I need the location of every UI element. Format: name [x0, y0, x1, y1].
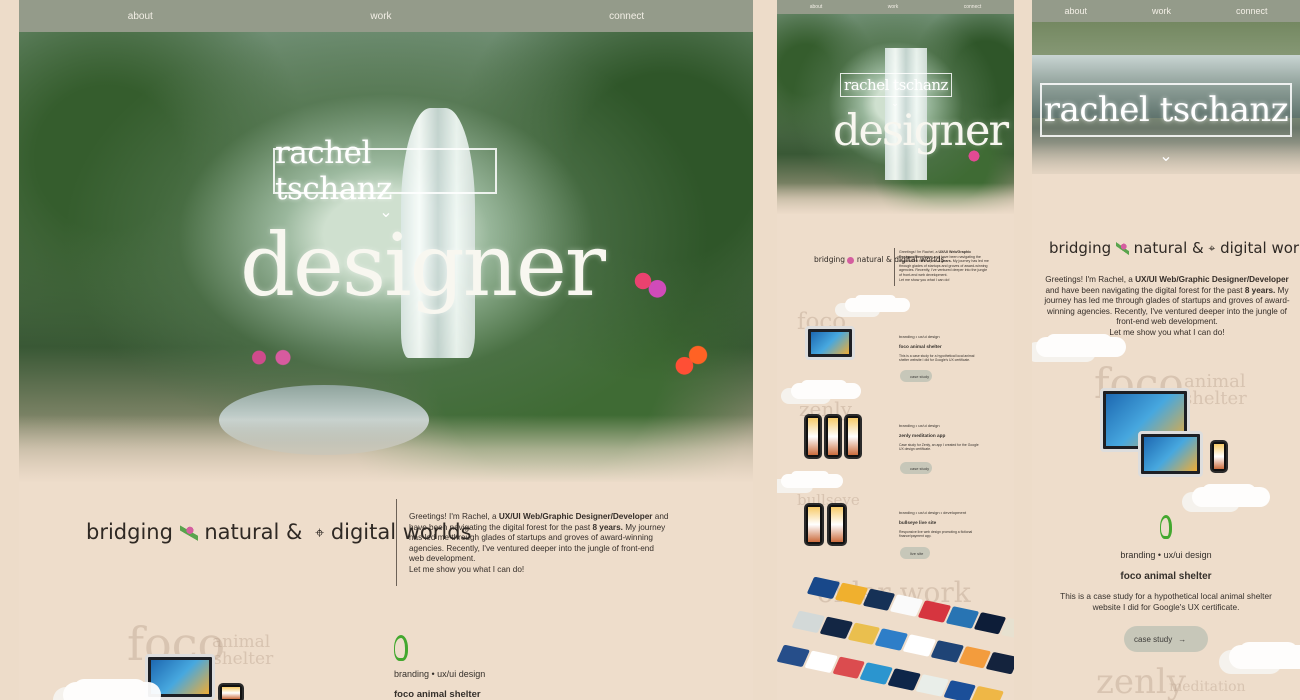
hero-name-box-3: rachel tschanz: [1040, 83, 1292, 137]
zenly-description-2: Case study for Zenly, an app I created f…: [899, 443, 979, 452]
hero-name-box: rachel tschanz: [273, 135, 497, 207]
flower-cluster: [607, 255, 679, 307]
intro-divider: [396, 499, 397, 586]
meditation-ghost-title-3: meditation: [1169, 679, 1246, 695]
foco-category-3: branding • ux/ui design: [1120, 550, 1212, 560]
intro-text-part-2-3: and have been navigating the digital for…: [1045, 285, 1245, 295]
hero-designer-word: designer: [240, 216, 606, 316]
tagline-prefix: bridging: [86, 520, 173, 544]
nav-connect[interactable]: connect: [609, 11, 644, 22]
foco-phone-mockup-3: [1210, 440, 1228, 473]
case-study-button-2[interactable]: case study: [900, 370, 932, 382]
foco-laptop-mockup: [145, 654, 215, 700]
bullseye-description-2: Responsive live web design promoting a f…: [899, 530, 973, 539]
foco-phone-mockup: [218, 683, 244, 700]
foco-description-3: This is a case study for a hypothetical …: [1060, 591, 1272, 612]
pink-flowers: [199, 330, 319, 385]
foco-description-2: This is a case study for a hypothetical …: [899, 354, 975, 363]
tagline-mid-2: natural &: [856, 255, 892, 264]
zenly-phone-mockup-a: [804, 414, 822, 459]
top-navigation: about work connect: [19, 0, 753, 32]
pixel-cloud-7: [1229, 645, 1292, 669]
pixel-cloud-4: [781, 474, 823, 488]
nav-about-2[interactable]: about: [810, 4, 823, 10]
tagline-prefix-2: bridging: [814, 255, 846, 264]
nav-work-3[interactable]: work: [1152, 6, 1171, 16]
nav-work[interactable]: work: [370, 11, 391, 22]
tagline-mid: natural &: [204, 520, 303, 544]
intro-bold-role-3: UX/UI Web/Graphic Designer/Developer: [1135, 275, 1289, 284]
top-navigation-mobile-large: about work connect: [1032, 0, 1300, 22]
intro-bold-years-2: 8 years.: [938, 259, 952, 264]
case-study-label-3: case study: [1134, 634, 1173, 644]
bullseye-phone-mockup-b: [827, 503, 847, 546]
bullseye-title-2: bullseye live site: [899, 520, 937, 525]
orange-flower-cluster: [664, 328, 732, 382]
nav-connect-2[interactable]: connect: [964, 4, 982, 10]
nav-work-2[interactable]: work: [888, 4, 899, 10]
intro-paragraph-3: Greetings! I'm Rachel, a UX/UI Web/Graph…: [1040, 275, 1294, 338]
nav-connect-3[interactable]: connect: [1236, 6, 1268, 16]
hero-mist: [19, 415, 753, 510]
hero-designer-word-2: designer: [833, 106, 1009, 156]
intro-text-part-1-2: Greetings! I'm Rachel, a: [899, 250, 939, 254]
leaf-flower-icon-3: [1115, 242, 1129, 255]
foco-title-3: foco animal shelter: [1120, 571, 1212, 582]
foco-laptop-mockup-3: [1138, 431, 1203, 477]
pixel-cloud-2: [845, 298, 890, 312]
tablet-screenshot: about work connect rachel tschanz ⌄ desi…: [777, 0, 1014, 700]
foco-laptop-mockup-2: [805, 326, 855, 360]
arrow-right-icon: →: [1178, 634, 1187, 644]
desktop-screenshot: about work connect rachel tschanz ⌄ desi…: [19, 0, 753, 700]
seahorse-icon: [394, 635, 408, 661]
case-study-button-3[interactable]: case study: [900, 462, 932, 474]
intro-divider-2: [894, 248, 895, 286]
shelter-ghost-title-3: shelter: [1183, 388, 1247, 409]
seahorse-icon-3: [1160, 515, 1172, 539]
foco-title-2: foco animal shelter: [899, 344, 942, 349]
cursor-icon: ⌖: [315, 523, 325, 542]
nav-about[interactable]: about: [128, 11, 153, 22]
chevron-down-icon-3[interactable]: ⌄: [1157, 146, 1175, 165]
foco-category-2: branding • ux/ui design: [899, 334, 940, 339]
intro-cta-text-2: Let me show you what I can do!: [899, 277, 950, 282]
foco-title: foco animal shelter: [394, 689, 481, 700]
intro-bold-years: 8 years.: [592, 522, 623, 532]
leaf-flower-icon: [179, 524, 198, 542]
hero-name-box-2: rachel tschanz: [840, 73, 952, 97]
cursor-icon-3: ⌖: [1208, 241, 1216, 255]
hero-mist-2: [777, 183, 1014, 228]
pixel-cloud-5: [1036, 337, 1106, 357]
intro-cta-text: Let me show you what I can do!: [409, 564, 525, 574]
tagline-prefix-3: bridging: [1049, 239, 1112, 257]
older-work-collage: [777, 576, 1014, 700]
intro-bold-role: UX/UI Web/Graphic Designer/Developer: [498, 512, 653, 521]
bullseye-phone-mockup-a: [804, 503, 824, 546]
tagline-mid-3: natural &: [1133, 239, 1204, 257]
bullseye-category-2: branding • ux/ui design • development: [899, 510, 967, 515]
intro-paragraph-2: Greetings! I'm Rachel, a UX/UI Web/Graph…: [899, 250, 989, 282]
zenly-phone-mockup-b: [824, 414, 842, 459]
shelter-ghost-title: shelter: [213, 649, 274, 669]
top-navigation-mobile: about work connect: [777, 0, 1014, 14]
foco-category: branding • ux/ui design: [394, 669, 486, 679]
tagline-suffix-3: digital worlds: [1220, 239, 1300, 257]
pixel-cloud: [63, 682, 141, 700]
intro-text-part-1-3: Greetings! I'm Rachel, a: [1045, 275, 1136, 284]
zenly-title-2: zenly meditation app: [899, 433, 946, 438]
case-study-button-3-mobile[interactable]: case study →: [1124, 626, 1208, 652]
bridging-tagline-3: bridging natural & ⌖ digital worlds: [1049, 239, 1300, 257]
leaf-flower-icon-2: [847, 256, 855, 264]
intro-text-part-1: Greetings! I'm Rachel, a: [409, 512, 499, 521]
zenly-phone-mockup-c: [844, 414, 862, 459]
nav-about-3[interactable]: about: [1064, 6, 1087, 16]
intro-bold-years-3: 8 years.: [1244, 285, 1276, 295]
live-site-button-2[interactable]: live site: [900, 547, 930, 559]
mobile-screenshot: about work connect rachel tschanz ⌄ brid…: [1032, 0, 1300, 700]
pixel-cloud-6: [1192, 487, 1250, 507]
intro-cta-text-3: Let me show you what I can do!: [1109, 327, 1225, 337]
intro-paragraph: Greetings! I'm Rachel, a UX/UI Web/Graph…: [409, 512, 669, 575]
zenly-category-2: branding • ux/ui design: [899, 423, 940, 428]
